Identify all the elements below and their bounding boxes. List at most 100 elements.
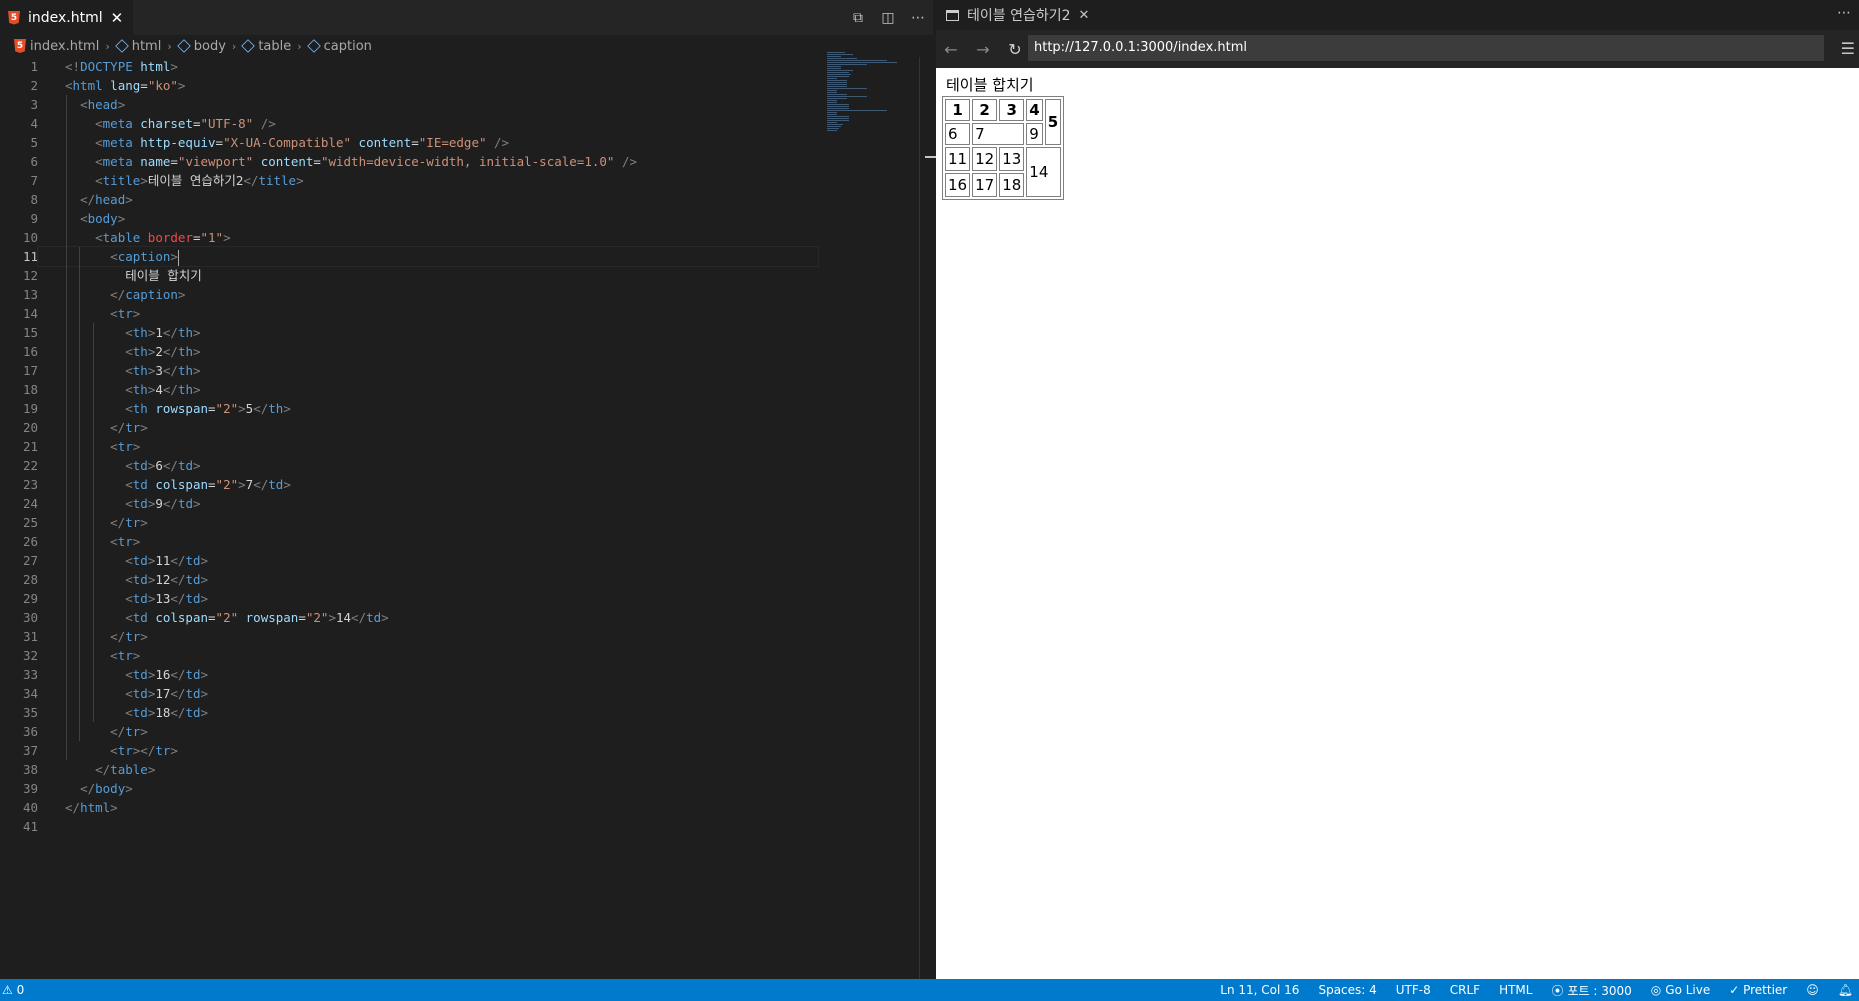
code-line[interactable]: 20 </tr> [0,418,920,437]
code-line[interactable]: 35 <td>18</td> [0,703,920,722]
prettier-status[interactable]: ✓ Prettier [1729,983,1787,997]
minimap[interactable] [827,52,917,132]
more-actions-icon[interactable]: ⋯ [909,10,927,26]
code-line[interactable]: 27 <td>11</td> [0,551,920,570]
code-line[interactable]: 25 </tr> [0,513,920,532]
code-token: < [125,344,133,359]
code-token: </ [110,420,126,435]
split-editor-icon[interactable]: ◫ [879,10,897,26]
code-token: head [95,192,126,207]
go-live-button[interactable]: ◎ Go Live [1651,983,1710,997]
code-line[interactable]: 33 <td>16</td> [0,665,920,684]
browser-menu-icon[interactable]: ☰ [1841,39,1855,58]
code-editor[interactable]: 1 <!DOCTYPE html> 2 <html lang="ko"> 3 <head… [0,57,920,836]
preview-tab-close-icon[interactable]: ✕ [1079,8,1090,23]
code-line[interactable]: 18 <th>4</th> [0,380,920,399]
code-line[interactable]: 39 </body> [0,779,920,798]
code-line[interactable]: 26 <tr> [0,532,920,551]
feedback-icon[interactable]: ☺ [1806,983,1819,997]
breadcrumb-item[interactable]: html [114,39,161,54]
line-number: 36 [22,724,38,739]
code-line[interactable]: 24 <td>9</td> [0,494,920,513]
code-line[interactable]: 40 </html> [0,798,920,817]
code-line[interactable]: 3 <head> [0,95,920,114]
code-token: > [140,420,148,435]
code-line[interactable]: 6 <meta name="viewport" content="width=d… [0,152,920,171]
preview-pane[interactable]: 테이블 연습하기2 ✕ ⋯ ← → ↻ http://127.0.0.1:300… [936,0,1859,979]
code-line[interactable]: 9 <body> [0,209,920,228]
code-line[interactable]: 15 <th>1</th> [0,323,920,342]
code-line[interactable]: 31 </tr> [0,627,920,646]
code-line[interactable]: 30 <td colspan="2" rowspan="2">14</td> [0,608,920,627]
breadcrumb-item[interactable]: 5 index.html [14,39,99,54]
indentation[interactable]: Spaces: 4 [1318,983,1376,997]
end-of-line[interactable]: CRLF [1450,983,1480,997]
code-line[interactable]: 41 [0,817,920,836]
code-token: < [80,211,88,226]
code-line[interactable]: 36 </tr> [0,722,920,741]
code-token: "2" [305,610,329,625]
code-line[interactable]: 22 <td>6</td> [0,456,920,475]
code-token: = [140,78,148,93]
code-line[interactable]: 23 <td colspan="2">7</td> [0,475,920,494]
code-line[interactable]: 28 <td>12</td> [0,570,920,589]
port-status[interactable]: ⦿ 포트 : 3000 [1551,982,1631,999]
code-line[interactable]: 29 <td>13</td> [0,589,920,608]
reload-icon[interactable]: ↻ [1006,40,1024,59]
forward-arrow-icon[interactable]: → [974,40,992,59]
code-line[interactable]: 10 <table border="1"> [0,228,920,247]
open-preview-icon[interactable]: ⧉ [849,10,867,26]
minimap-line [827,82,847,83]
url-input[interactable]: http://127.0.0.1:3000/index.html [1028,35,1824,61]
code-line[interactable]: 7 <title>테이블 연습하기2</title> [0,171,920,190]
code-token: caption [117,249,171,264]
code-line[interactable]: 17 <th>3</th> [0,361,920,380]
code-line[interactable]: 5 <meta http-equiv="X-UA-Compatible" con… [0,133,920,152]
editor-pane[interactable]: 5 index.html ✕ ⧉ ◫ ⋯ 5 index.html › html › bo… [0,0,937,979]
code-token: tr [155,743,171,758]
code-line[interactable]: 38 </table> [0,760,920,779]
code-line[interactable]: 37 <tr></tr> [0,741,920,760]
line-number: 17 [22,363,38,378]
code-token: td [185,705,201,720]
back-arrow-icon[interactable]: ← [942,40,960,59]
indent-guide [93,323,94,722]
code-line[interactable]: 34 <td>17</td> [0,684,920,703]
code-line[interactable]: 14 <tr> [0,304,920,323]
encoding[interactable]: UTF-8 [1396,983,1431,997]
code-line[interactable]: 32 <tr> [0,646,920,665]
preview-tab-title[interactable]: 테이블 연습하기2 [967,5,1071,25]
code-line[interactable]: 21 <tr> [0,437,920,456]
preview-more-icon[interactable]: ⋯ [1837,5,1851,21]
editor-actions: ⧉ ◫ ⋯ [849,0,927,35]
breadcrumb-item[interactable]: table [241,39,291,54]
minimap-line [827,106,849,107]
code-line[interactable]: 12 테이블 합치기 [0,266,920,285]
cursor-position[interactable]: Ln 11, Col 16 [1220,983,1299,997]
problems-indicator[interactable]: ⚠ 0 [2,979,24,1001]
editor-tab-index-html[interactable]: 5 index.html ✕ [0,0,134,35]
symbol-element-icon [241,39,256,53]
tab-close-icon[interactable]: ✕ [111,9,124,27]
code-line[interactable]: 13 </caption> [0,285,920,304]
code-token: tr [117,534,133,549]
code-line[interactable]: 2 <html lang="ko"> [0,76,920,95]
code-line[interactable]: 11 <caption> [0,246,920,267]
code-line[interactable]: 1 <!DOCTYPE html> [0,57,920,76]
language-mode[interactable]: HTML [1499,983,1532,997]
code-line[interactable]: 16 <th>2</th> [0,342,920,361]
editor-scrollbar[interactable] [919,57,933,979]
code-line[interactable]: 19 <th rowspan="2">5</th> [0,399,920,418]
code-line[interactable]: 4 <meta charset="UTF-8" /> [0,114,920,133]
minimap-line [827,118,849,119]
code-line[interactable]: 8 </head> [0,190,920,209]
notifications-bell-icon[interactable]: 🔔︎ [1838,983,1853,997]
code-token: </ [65,800,81,815]
code-token: = [411,135,419,150]
breadcrumb-item[interactable]: caption [306,39,372,54]
breadcrumb-item[interactable]: body [176,39,226,54]
